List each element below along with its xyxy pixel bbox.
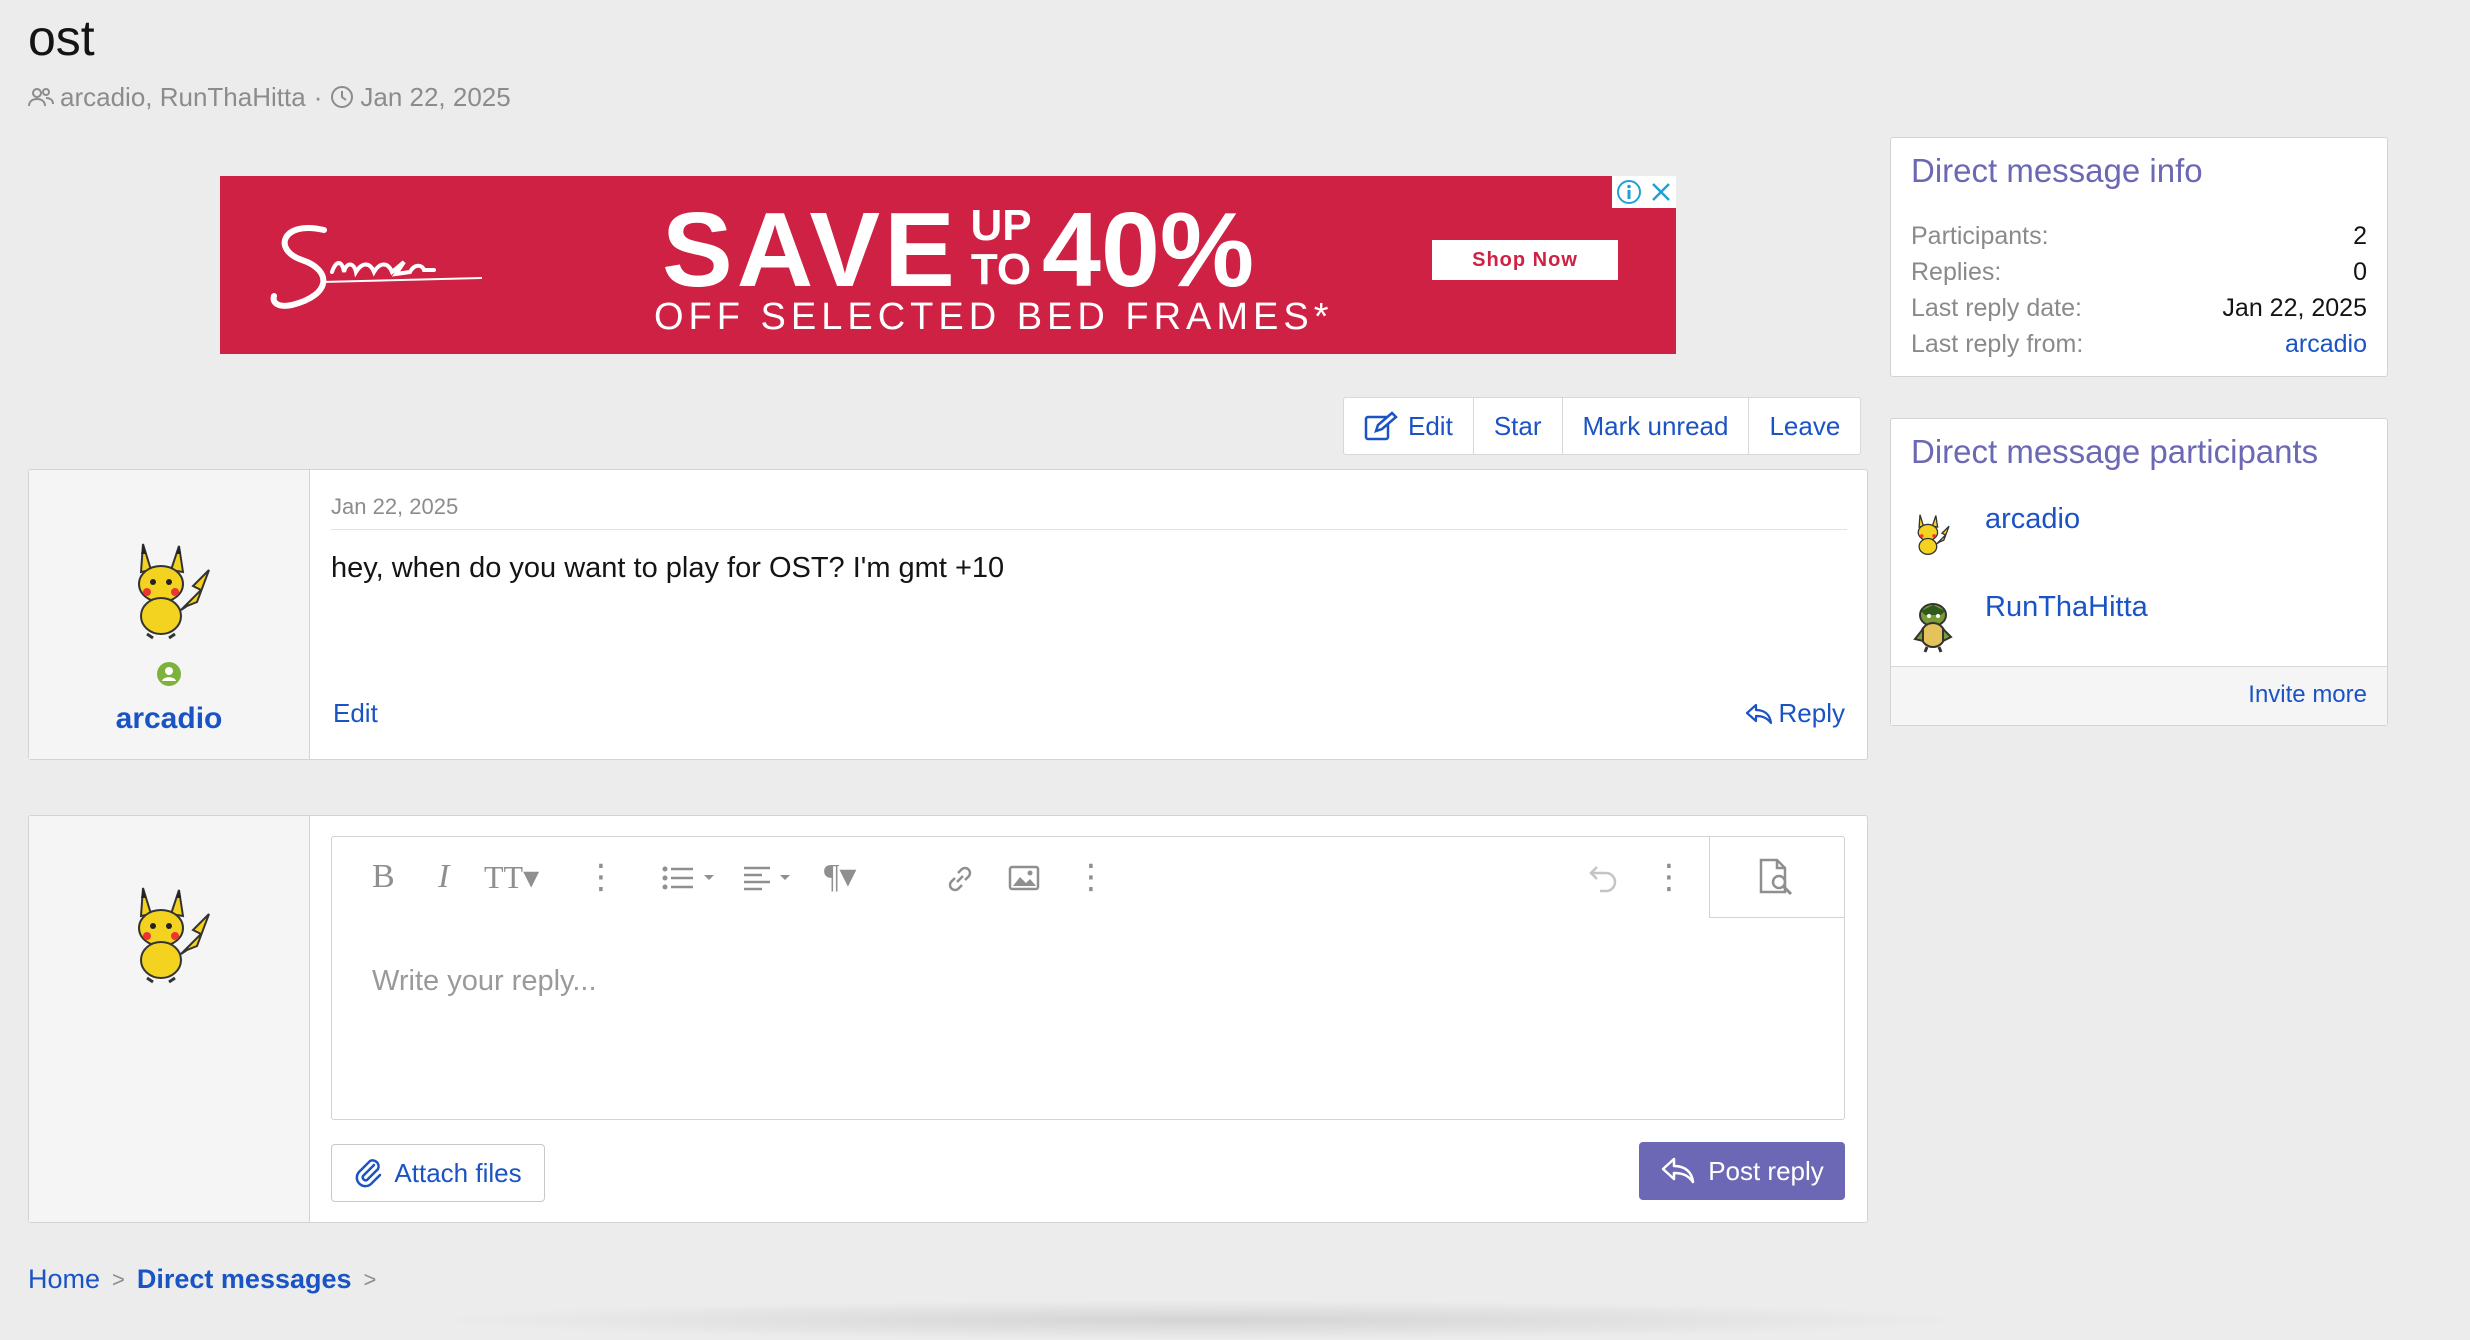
ad-upto: UP TO (966, 204, 1036, 292)
dm-info-title: Direct message info (1911, 152, 2203, 189)
text-size-icon[interactable]: TT▾ (484, 859, 539, 895)
ad-info-icon[interactable] (1616, 179, 1642, 205)
breadcrumb-direct-messages[interactable]: Direct messages (137, 1264, 352, 1295)
participants-link[interactable]: arcadio, RunThaHitta (60, 82, 306, 113)
online-status-icon (157, 662, 181, 686)
align-icon[interactable] (742, 865, 798, 891)
message-user-column: arcadio (29, 470, 310, 759)
edit-icon (1364, 411, 1398, 441)
ad-subline: OFF SELECTED BED FRAMES* (654, 296, 1334, 338)
info-participants: Participants: 2 (1911, 222, 2367, 256)
pikachu-avatar[interactable] (1911, 513, 1951, 557)
post-reply-button[interactable]: Post reply (1639, 1142, 1845, 1200)
message-date[interactable]: Jan 22, 2025 (331, 494, 458, 520)
dm-participants-title: Direct message participants (1911, 433, 2319, 470)
last-reply-user-link[interactable]: arcadio (2285, 330, 2367, 364)
reply-icon (1661, 1157, 1695, 1184)
conversation-actions: Edit Star Mark unread Leave (1343, 397, 1862, 455)
post-reply-label: Post reply (1708, 1155, 1824, 1186)
list-icon[interactable] (662, 865, 718, 891)
editor-toolbar: B I TT▾ ⋮ ¶▾ ⋮ ⋮ (332, 837, 1844, 918)
info-value: 0 (2353, 258, 2367, 286)
link-icon[interactable] (944, 863, 976, 895)
message: arcadio Jan 22, 2025 hey, when do you wa… (28, 469, 1868, 760)
reply-input[interactable]: Write your reply... (372, 965, 597, 998)
current-user-avatar[interactable] (123, 884, 213, 984)
info-replies: Replies: 0 (1911, 258, 2367, 292)
ad-close-icon[interactable] (1650, 181, 1672, 203)
snooze-logo (270, 225, 483, 309)
clock-icon (331, 86, 354, 108)
ad-up: UP (970, 201, 1032, 250)
meta-separator: · (313, 81, 323, 112)
more-text-icon[interactable]: ⋮ (584, 859, 618, 895)
info-value: Jan 22, 2025 (2222, 294, 2367, 322)
breadcrumb-home[interactable]: Home (28, 1264, 100, 1295)
edit-conversation-button[interactable]: Edit (1344, 398, 1474, 454)
ad-banner[interactable]: SAVE UP TO 40% OFF SELECTED BED FRAMES* … (220, 176, 1676, 354)
pikachu-avatar[interactable] (123, 540, 213, 640)
participant-item[interactable]: arcadio (1911, 503, 2351, 573)
reply-editor: B I TT▾ ⋮ ¶▾ ⋮ ⋮ Write your reply... (331, 836, 1845, 1120)
direct-message-participants: Direct message participants arcadio RunT… (1890, 418, 2388, 726)
chevron-right-icon: > (112, 1266, 125, 1292)
thread-date[interactable]: Jan 22, 2025 (360, 82, 510, 113)
message-edit-link[interactable]: Edit (333, 698, 378, 729)
reply-user-column (29, 816, 310, 1222)
attach-files-button[interactable]: Attach files (331, 1144, 545, 1202)
pokemon-avatar[interactable] (1911, 601, 1955, 653)
chevron-right-icon: > (363, 1266, 377, 1292)
participant-name[interactable]: RunThaHitta (1985, 591, 2148, 624)
undo-icon[interactable] (1588, 863, 1620, 893)
paperclip-icon (356, 1159, 382, 1188)
breadcrumb: Home > Direct messages > (28, 1264, 388, 1295)
info-last-reply-date: Last reply date: Jan 22, 2025 (1911, 294, 2367, 328)
attach-files-label: Attach files (394, 1157, 522, 1188)
message-divider (331, 529, 1847, 530)
reply-form: B I TT▾ ⋮ ¶▾ ⋮ ⋮ Write your reply... Att… (28, 815, 1868, 1223)
more-options-icon[interactable]: ⋮ (1652, 859, 1686, 895)
reply-label: Reply (1778, 698, 1845, 728)
more-insert-icon[interactable]: ⋮ (1074, 859, 1108, 895)
mark-unread-button[interactable]: Mark unread (1563, 398, 1750, 454)
thread-meta: arcadio, RunThaHitta · Jan 22, 2025 (28, 80, 511, 114)
participants-footer: Invite more (1891, 666, 2387, 725)
users-icon (28, 88, 54, 107)
paragraph-icon[interactable]: ¶▾ (824, 859, 856, 895)
edit-label: Edit (1408, 410, 1453, 441)
leave-button[interactable]: Leave (1749, 398, 1860, 454)
ad-to: TO (970, 245, 1032, 294)
info-label: Last reply from: (1911, 330, 2084, 358)
bold-icon[interactable]: B (372, 859, 395, 895)
info-label: Last reply date: (1911, 294, 2082, 322)
ad-shop-now-button[interactable]: Shop Now (1432, 240, 1618, 280)
preview-button[interactable] (1709, 837, 1844, 918)
invite-more-link[interactable]: Invite more (2248, 681, 2367, 709)
preview-icon (1759, 858, 1793, 896)
ad-controls (1612, 176, 1676, 208)
reply-icon (1745, 703, 1772, 724)
info-last-reply-from: Last reply from: arcadio (1911, 330, 2367, 364)
image-icon[interactable] (1008, 865, 1040, 891)
participant-name[interactable]: arcadio (1985, 503, 2080, 536)
star-button[interactable]: Star (1474, 398, 1563, 454)
message-reply-link[interactable]: Reply (1745, 698, 1845, 729)
message-author[interactable]: arcadio (29, 702, 309, 736)
italic-icon[interactable]: I (438, 859, 449, 895)
message-body: hey, when do you want to play for OST? I… (331, 552, 1005, 584)
direct-message-info: Direct message info Participants: 2 Repl… (1890, 137, 2388, 377)
footer-shadow (420, 1300, 1980, 1340)
page-title: ost (28, 10, 95, 66)
participant-item[interactable]: RunThaHitta (1911, 591, 2351, 661)
info-label: Participants: (1911, 222, 2049, 250)
info-label: Replies: (1911, 258, 2002, 286)
info-value: 2 (2353, 222, 2367, 250)
